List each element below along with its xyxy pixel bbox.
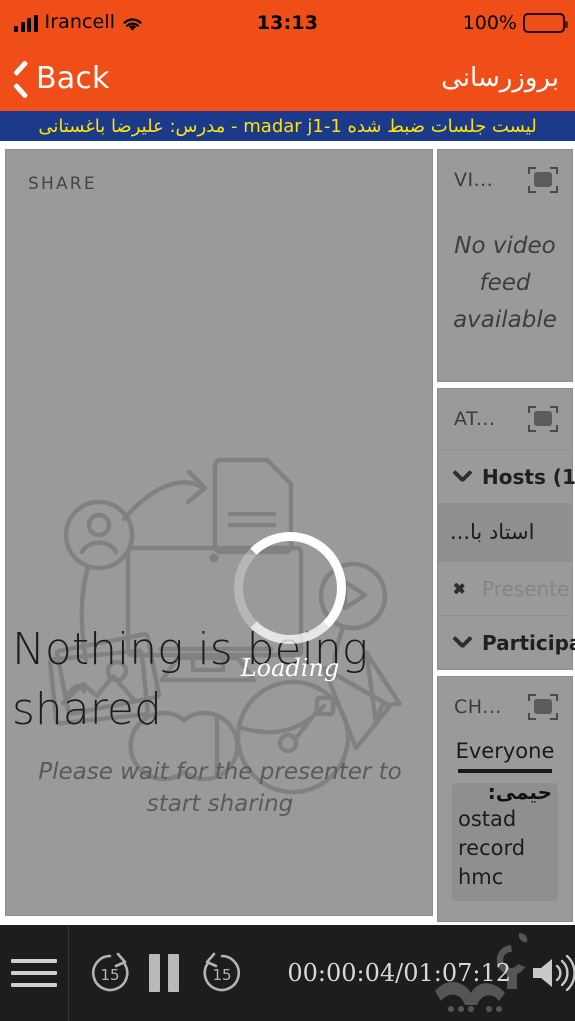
- navigation-bar: Back بروزرسانی: [0, 45, 575, 111]
- chat-message-list[interactable]: حیمی: ostad record hmc: [452, 783, 558, 901]
- attendees-group-participants[interactable]: Participa: [438, 615, 575, 669]
- rewind-15-icon[interactable]: 15: [87, 950, 133, 996]
- loading-indicator: Loading: [234, 532, 354, 682]
- video-pod[interactable]: VI... No video feed available: [437, 149, 573, 382]
- share-empty-title: Nothing is being shared: [12, 624, 369, 735]
- share-pod[interactable]: SHARE Nothing is being shared Please wai…: [5, 149, 433, 916]
- attendees-pod-header: AT...: [438, 389, 572, 449]
- attendees-group-presenters[interactable]: Presente: [438, 561, 572, 615]
- video-pod-title: VI...: [454, 169, 494, 191]
- battery-full-icon: [523, 12, 568, 33]
- attendees-group-label: Presente: [482, 576, 570, 601]
- loading-spinner-icon: [234, 532, 346, 644]
- status-bar: Irancell 13:13 100%: [0, 0, 575, 45]
- chat-message-text: ostad: [458, 807, 517, 831]
- fullscreen-icon[interactable]: [528, 406, 558, 432]
- volume-high-icon[interactable]: [529, 955, 575, 991]
- attendees-group-label: Participa: [482, 630, 575, 655]
- app-root: Irancell 13:13 100% Back بروزرسانی لیست …: [0, 0, 575, 1021]
- chat-pod[interactable]: CH... Everyone حیمی: ostad record hmc: [437, 676, 573, 922]
- chat-message-text: hmc: [458, 865, 504, 889]
- fullscreen-icon[interactable]: [528, 167, 558, 193]
- back-button-label: Back: [36, 60, 110, 96]
- chat-pod-title: CH...: [454, 696, 502, 718]
- chat-tab-underline: [458, 769, 552, 773]
- chevron-down-icon: [452, 467, 472, 487]
- svg-text:15: 15: [101, 966, 120, 984]
- meeting-stage: SHARE Nothing is being shared Please wai…: [0, 147, 575, 922]
- attendees-group-label: Hosts (1): [482, 464, 575, 489]
- chat-tab-label: Everyone: [455, 739, 555, 763]
- status-bar-right: 100%: [462, 11, 568, 34]
- player-controls: 15 15 00:00:04/01:07:12: [69, 950, 575, 996]
- chat-tab-everyone[interactable]: Everyone: [438, 739, 572, 773]
- attendees-group-hosts[interactable]: Hosts (1): [438, 449, 575, 503]
- right-pod-column: VI... No video feed available AT... Host…: [437, 149, 575, 922]
- share-empty-subtitle: Please wait for the presenter to start s…: [38, 759, 402, 817]
- chat-pod-header: CH...: [438, 677, 572, 737]
- chevron-left-icon: [12, 63, 30, 93]
- attendee-host-name[interactable]: استاد با...: [438, 503, 572, 561]
- page-title: بروزرسانی: [441, 63, 559, 93]
- share-pod-empty-state: Nothing is being shared Please wait for …: [6, 620, 432, 820]
- forward-15-icon[interactable]: 15: [199, 950, 245, 996]
- player-bar: 15 15 00:00:04/01:07:12: [0, 925, 575, 1021]
- loading-label: Loading: [240, 654, 340, 682]
- fullscreen-icon[interactable]: [528, 694, 558, 720]
- chat-message-text: record: [458, 836, 526, 860]
- playback-time-label: 00:00:04/01:07:12: [287, 959, 511, 987]
- chevron-down-icon: [452, 633, 472, 653]
- session-banner: لیست جلسات ضبط شده madar j1-1 - مدرس: عل…: [0, 111, 575, 141]
- attendees-pod[interactable]: AT... Hosts (1) استاد با... Presente Par…: [437, 388, 575, 670]
- video-pod-header: VI...: [438, 150, 572, 210]
- chat-message-sender: حیمی:: [487, 783, 552, 804]
- player-menu-button[interactable]: [0, 925, 70, 1021]
- battery-percent-label: 100%: [462, 11, 517, 34]
- video-pod-empty-message: No video feed available: [453, 233, 557, 333]
- svg-text:15: 15: [213, 966, 232, 984]
- pause-icon[interactable]: [149, 954, 183, 992]
- attendees-pod-title: AT...: [454, 408, 496, 430]
- chevron-right-icon: [452, 579, 472, 599]
- back-button[interactable]: Back: [12, 61, 110, 96]
- hamburger-menu-icon: [11, 951, 58, 995]
